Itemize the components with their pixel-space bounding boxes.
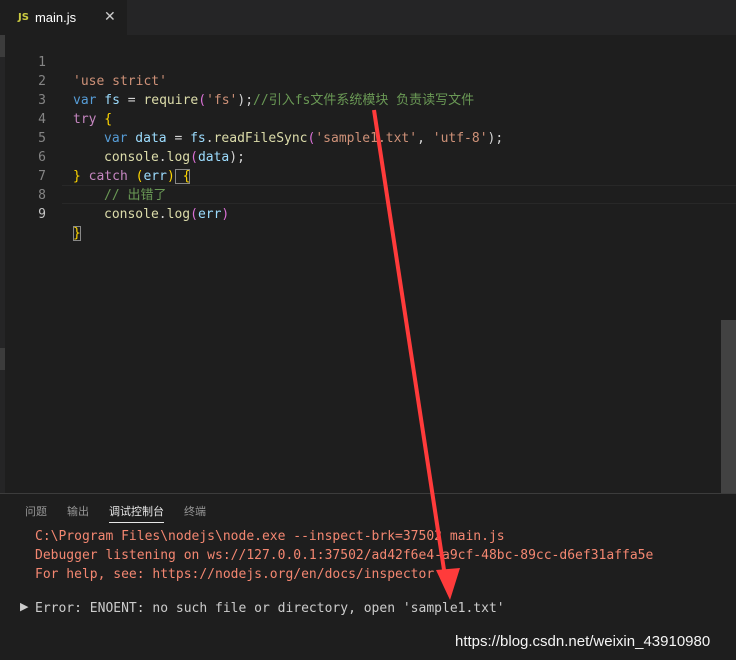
code-editor[interactable]: 1 'use strict' 2 var fs = require('fs');… bbox=[0, 35, 736, 493]
close-icon[interactable]: ✕ bbox=[104, 8, 116, 26]
token: . bbox=[158, 207, 167, 222]
code-line: 2 var fs = require('fs');//引入fs文件系统模块 负责… bbox=[0, 53, 736, 108]
tab-debug-console[interactable]: 调试控制台 bbox=[109, 504, 164, 520]
console-line: Debugger listening on ws://127.0.0.1:375… bbox=[35, 548, 654, 563]
editor-tab-bar: JS main.js ✕ bbox=[0, 0, 736, 35]
code-line: 9 } bbox=[0, 186, 736, 241]
js-icon: JS bbox=[18, 12, 29, 23]
code-line: 7 // 出错了 bbox=[0, 148, 736, 203]
token: err bbox=[197, 207, 222, 222]
line-code: } bbox=[73, 224, 81, 243]
code-line: 4 var data = fs.readFileSync('sample1.tx… bbox=[0, 91, 736, 146]
gutter-marker bbox=[0, 348, 5, 370]
code-line: 3 try { bbox=[0, 72, 736, 127]
token: } bbox=[73, 226, 81, 241]
token: log bbox=[166, 207, 191, 222]
tab-problems[interactable]: 问题 bbox=[25, 504, 47, 520]
tab-output[interactable]: 输出 bbox=[67, 504, 89, 520]
watermark: https://blog.csdn.net/weixin_43910980 bbox=[455, 633, 711, 650]
console-error-line[interactable]: Error: ENOENT: no such file or directory… bbox=[35, 599, 505, 618]
chevron-right-icon[interactable]: ▶ bbox=[20, 600, 28, 613]
code-line: 8 console.log(err) bbox=[0, 167, 736, 222]
tab-terminal[interactable]: 终端 bbox=[184, 504, 206, 520]
console-line: C:\Program Files\nodejs\node.exe --inspe… bbox=[35, 529, 505, 544]
bottom-panel: 问题 输出 调试控制台 终端 C:\Program Files\nodejs\n… bbox=[0, 493, 736, 660]
active-tab-indicator bbox=[109, 522, 164, 523]
code-line: 6 } catch (err) { bbox=[0, 129, 736, 184]
line-number: 9 bbox=[38, 207, 46, 222]
token: console bbox=[104, 207, 159, 222]
code-line: 1 'use strict' bbox=[0, 34, 736, 89]
vertical-scrollbar[interactable] bbox=[721, 320, 736, 493]
tab-main-js[interactable]: JS main.js ✕ bbox=[0, 0, 127, 35]
console-line: For help, see: https://nodejs.org/en/doc… bbox=[35, 567, 435, 582]
token: ) bbox=[221, 207, 230, 222]
tab-label: main.js bbox=[34, 10, 77, 25]
line-code: console.log(err) bbox=[104, 205, 229, 224]
code-line: 5 console.log(data); bbox=[0, 110, 736, 165]
token: ( bbox=[190, 207, 198, 222]
